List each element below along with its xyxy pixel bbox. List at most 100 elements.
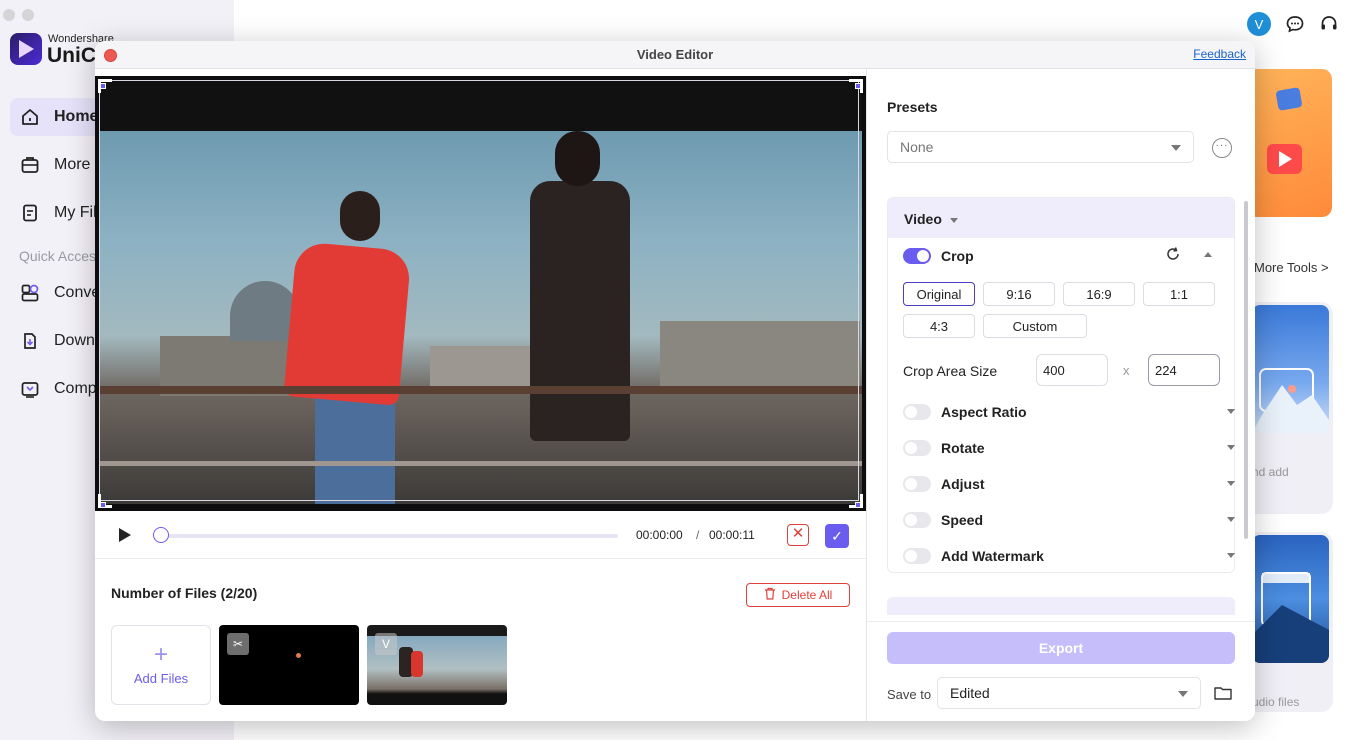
- audio-section-header[interactable]: [887, 597, 1235, 615]
- crop-size-separator: x: [1123, 363, 1130, 378]
- watermark-label: Add Watermark: [941, 548, 1044, 564]
- ratio-4-3-button[interactable]: 4:3: [903, 314, 975, 338]
- sidebar-item-more[interactable]: More: [10, 146, 100, 184]
- crop-toggle[interactable]: [903, 248, 931, 264]
- speed-label: Speed: [941, 512, 984, 528]
- delete-all-button[interactable]: Delete All: [746, 583, 850, 607]
- aspect-ratio-toggle[interactable]: [903, 404, 931, 420]
- compress-icon: [20, 379, 40, 399]
- sidebar-item-label: Conve: [54, 284, 101, 301]
- home-icon: [20, 107, 40, 127]
- dialog-title: Video Editor: [636, 47, 714, 62]
- app-logo-icon: [10, 33, 42, 65]
- more-tools-link[interactable]: More Tools >: [1254, 260, 1329, 275]
- sidebar-item-downloader[interactable]: Down: [10, 322, 100, 360]
- scissors-icon: ✂: [227, 633, 249, 655]
- ratio-original-button[interactable]: Original: [903, 282, 975, 306]
- reset-icon[interactable]: [1165, 246, 1181, 262]
- speed-toggle[interactable]: [903, 512, 931, 528]
- chat-icon[interactable]: [1285, 14, 1305, 34]
- video-section-label: Video: [904, 211, 942, 227]
- play-icon[interactable]: [119, 528, 131, 542]
- presets-heading: Presets: [887, 99, 938, 115]
- feedback-link[interactable]: Feedback: [1193, 47, 1246, 61]
- chevron-up-icon[interactable]: [1204, 252, 1212, 257]
- tool-card-image: [1252, 305, 1329, 433]
- presets-value: None: [900, 139, 934, 155]
- sidebar-item-label: Down: [54, 332, 95, 349]
- save-to-select[interactable]: Edited: [937, 677, 1201, 709]
- chevron-down-icon: [1171, 145, 1181, 151]
- export-divider: [867, 621, 1255, 622]
- more-options-icon[interactable]: ···: [1212, 138, 1232, 158]
- crop-handle[interactable]: [100, 83, 106, 89]
- ratio-custom-button[interactable]: Custom: [983, 314, 1087, 338]
- ratio-9-16-button[interactable]: 9:16: [983, 282, 1055, 306]
- promo-card[interactable]: [1247, 69, 1332, 217]
- convert-icon: [20, 283, 40, 303]
- chevron-down-icon[interactable]: [1227, 481, 1235, 486]
- dialog-titlebar: Video Editor Feedback: [95, 41, 1255, 69]
- video-badge-icon: V: [375, 633, 397, 655]
- presets-select[interactable]: None: [887, 131, 1194, 163]
- chevron-down-icon[interactable]: [1227, 553, 1235, 558]
- folder-icon[interactable]: [1214, 686, 1232, 700]
- sidebar-item-label: My Fil: [54, 204, 97, 221]
- video-preview[interactable]: [95, 76, 866, 511]
- window-dot: [22, 9, 34, 21]
- crop-label: Crop: [941, 248, 974, 264]
- playback-bar: 00:00:00 / 00:00:11 ✕ ✓: [95, 511, 866, 559]
- crop-width-input[interactable]: 400: [1036, 354, 1108, 386]
- sidebar-item-files[interactable]: My Fil: [10, 194, 100, 232]
- rotate-toggle[interactable]: [903, 440, 931, 456]
- apply-crop-button[interactable]: ✓: [825, 524, 849, 548]
- file-thumbnail[interactable]: V: [367, 625, 507, 705]
- sidebar-item-compressor[interactable]: Comp: [10, 370, 100, 408]
- toolbox-icon: [20, 155, 40, 175]
- files-count: Number of Files (2/20): [111, 585, 258, 601]
- ratio-16-9-button[interactable]: 16:9: [1063, 282, 1135, 306]
- timeline-knob[interactable]: [153, 527, 169, 543]
- chevron-down-icon[interactable]: [1227, 445, 1235, 450]
- watermark-toggle[interactable]: [903, 548, 931, 564]
- video-section-header[interactable]: Video: [888, 198, 1234, 238]
- headset-icon[interactable]: [1319, 14, 1339, 34]
- adjust-label: Adjust: [941, 476, 985, 492]
- panel-divider: [866, 69, 867, 721]
- thumbnail-person: [411, 651, 423, 677]
- time-separator: /: [696, 528, 700, 542]
- add-files-button[interactable]: + Add Files: [111, 625, 211, 705]
- crop-handle[interactable]: [855, 502, 861, 508]
- quick-access-heading: Quick Acces: [19, 248, 97, 264]
- sidebar-item-converter[interactable]: Conve: [10, 274, 100, 312]
- tool-card-text: nd add: [1252, 465, 1289, 479]
- crop-handle[interactable]: [100, 502, 106, 508]
- timeline-track[interactable]: [158, 534, 618, 538]
- sidebar-item-home[interactable]: Home: [10, 98, 100, 136]
- sidebar-item-label: Comp: [54, 380, 97, 397]
- crop-height-input[interactable]: 224: [1148, 354, 1220, 386]
- ratio-1-1-button[interactable]: 1:1: [1143, 282, 1215, 306]
- delete-all-label: Delete All: [781, 588, 833, 602]
- settings-scrollbar[interactable]: [1244, 201, 1248, 539]
- file-thumbnail[interactable]: ✂: [219, 625, 359, 705]
- tool-card-text: udio files: [1252, 695, 1300, 709]
- rotate-label: Rotate: [941, 440, 985, 456]
- export-button[interactable]: Export: [887, 632, 1235, 664]
- chevron-down-icon: [1178, 691, 1188, 697]
- chevron-down-icon[interactable]: [1227, 517, 1235, 522]
- top-right-toolbar: V: [1247, 12, 1339, 36]
- save-to-label: Save to: [887, 687, 932, 702]
- file-icon: [20, 203, 40, 223]
- chevron-down-icon[interactable]: [1227, 409, 1235, 414]
- download-icon: [20, 331, 40, 351]
- trash-icon: [764, 587, 776, 603]
- sidebar-item-label: More: [54, 156, 91, 173]
- crop-frame[interactable]: [99, 80, 859, 501]
- tool-card-image: [1252, 535, 1329, 663]
- cancel-crop-button[interactable]: ✕: [787, 524, 809, 546]
- current-time: 00:00:00: [636, 528, 683, 542]
- crop-handle[interactable]: [855, 83, 861, 89]
- adjust-toggle[interactable]: [903, 476, 931, 492]
- user-avatar[interactable]: V: [1247, 12, 1271, 36]
